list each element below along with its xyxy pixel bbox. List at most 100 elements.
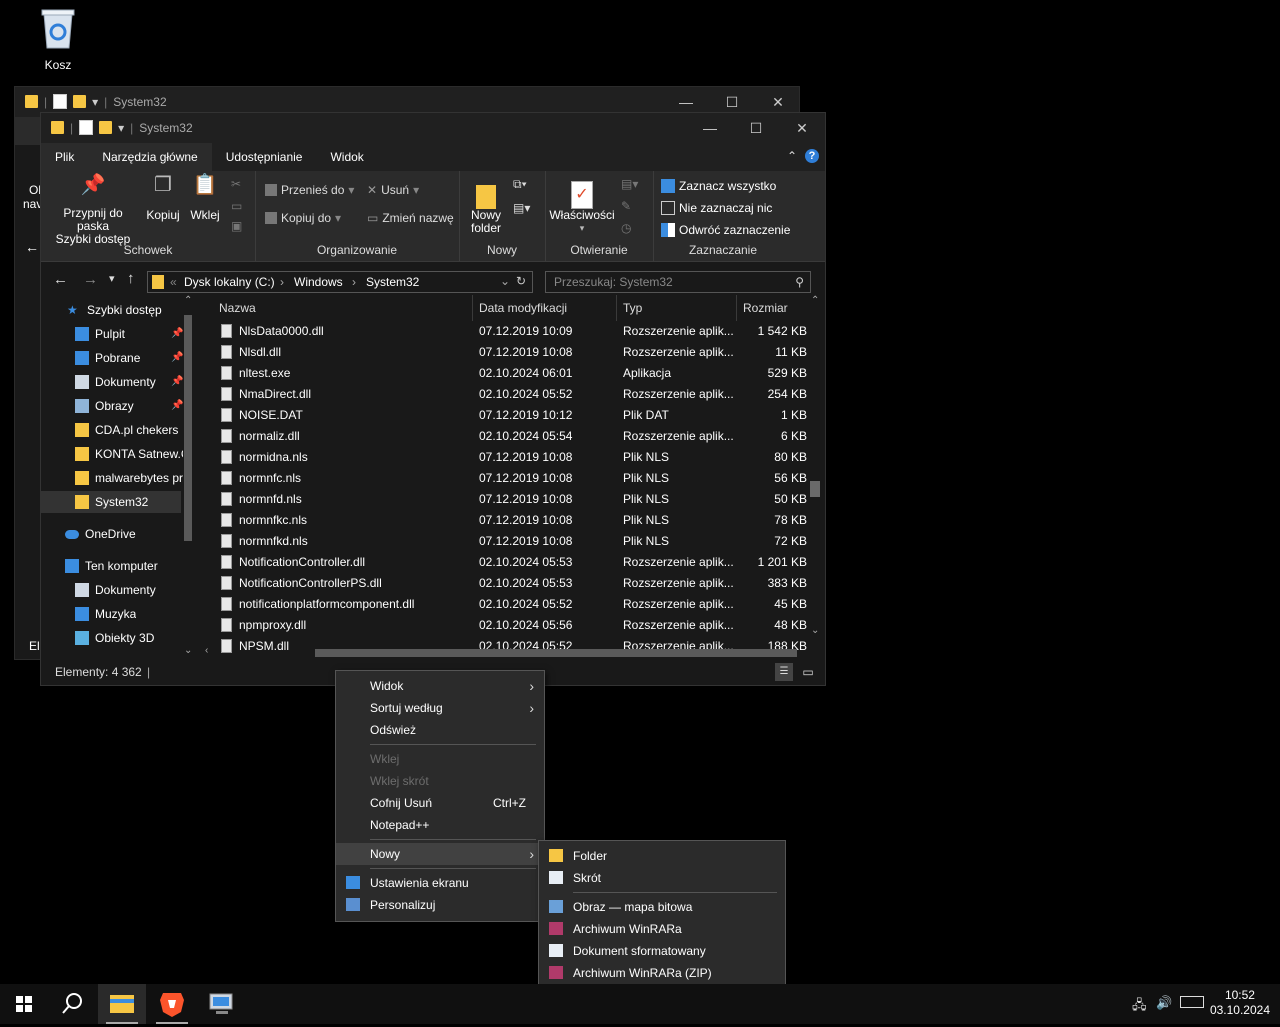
file-row[interactable]: NotificationControllerPS.dll 02.10.2024 0… — [201, 573, 809, 594]
select-all-button[interactable]: Zaznacz wszystko — [661, 179, 776, 193]
file-row[interactable]: normnfkc.nls 07.12.2019 10:08 Plik NLS 78 K… — [201, 510, 809, 531]
forward-button[interactable]: → — [83, 271, 98, 288]
column-type[interactable]: Typ — [617, 295, 737, 321]
address-bar[interactable]: « Dysk lokalny (C:) › Windows › System32… — [147, 271, 533, 293]
file-list[interactable]: Nazwa ⌃ Data modyfikacji Typ Rozmiar Nls… — [201, 295, 809, 661]
column-size[interactable]: Rozmiar — [737, 295, 809, 321]
menu-item[interactable]: Obraz — mapa bitowa — [539, 896, 785, 918]
keyboard-icon[interactable] — [1180, 996, 1204, 1008]
new-item-icon[interactable]: ⧉▾ — [513, 177, 527, 192]
clock[interactable]: 10:52 03.10.2024 — [1210, 988, 1270, 1018]
tab-view[interactable]: Widok — [316, 143, 377, 171]
navigation-pane[interactable]: ★ Szybki dostęp Pulpit 📌 Pobrane 📌 Dokumenty 📌 O… — [41, 295, 197, 661]
nav-item[interactable]: CDA.pl chekers — [75, 419, 178, 441]
copy-to-button[interactable]: Kopiuj do ▾ — [265, 211, 341, 225]
crumb-system32[interactable]: System32 — [366, 275, 419, 289]
menu-item[interactable]: Nowy › — [336, 843, 544, 865]
history-icon[interactable]: ◷ — [621, 221, 631, 235]
menu-item[interactable]: Personalizuj — [336, 894, 544, 916]
new-folder-button[interactable]: Nowy folder — [463, 177, 509, 235]
network-icon[interactable]: 🖧 — [1132, 996, 1147, 1018]
properties-quick-icon[interactable] — [79, 120, 94, 135]
open-icon[interactable]: ▤▾ — [621, 177, 638, 191]
nav-item[interactable]: Ten komputer — [65, 555, 158, 577]
new-folder-quick-icon[interactable] — [99, 121, 113, 134]
maximize-button[interactable]: ☐ — [733, 113, 779, 143]
nav-item[interactable]: Dokumenty — [75, 579, 156, 601]
file-vscrollbar[interactable]: ⌃ ⌄ — [807, 295, 823, 645]
cut-icon[interactable]: ✂ — [231, 177, 241, 191]
copy-button[interactable]: ❐ Kopiuj — [143, 175, 183, 222]
tab-share[interactable]: Udostępnianie — [212, 143, 317, 171]
menu-item[interactable]: Odśwież — [336, 719, 544, 741]
nav-item[interactable]: Obiekty 3D — [75, 627, 154, 649]
file-row[interactable]: normnfd.nls 07.12.2019 10:08 Plik NLS 50 KB — [201, 489, 809, 510]
volume-icon[interactable]: 🔊 — [1156, 995, 1172, 1011]
details-view-icon[interactable]: ☰ — [775, 663, 793, 681]
easy-access-icon[interactable]: ▤▾ — [513, 201, 530, 215]
nav-item[interactable]: Obrazy 📌 — [75, 395, 183, 417]
paste-shortcut-icon[interactable]: ▣ — [231, 219, 242, 233]
file-row[interactable]: normaliz.dll 02.10.2024 05:54 Rozszerzenie… — [201, 426, 809, 447]
help-icon[interactable]: ? — [805, 149, 819, 163]
paste-button[interactable]: 📋 Wklej — [185, 175, 225, 222]
menu-item[interactable]: Skrót — [539, 867, 785, 889]
up-button[interactable]: ↑ — [127, 270, 135, 287]
file-row[interactable]: normidna.nls 07.12.2019 10:08 Plik NLS 80 K… — [201, 447, 809, 468]
rename-button[interactable]: ▭ Zmień nazwę — [367, 211, 454, 225]
file-row[interactable]: npmproxy.dll 02.10.2024 05:56 Rozszerzenie… — [201, 615, 809, 636]
nav-item[interactable]: Muzyka — [75, 603, 136, 625]
menu-item[interactable]: Ustawienia ekranu — [336, 872, 544, 894]
tab-home[interactable]: Narzędzia główne — [88, 143, 212, 171]
file-row[interactable]: NlsData0000.dll 07.12.2019 10:09 Rozszerze… — [201, 321, 809, 342]
properties-button[interactable]: ✓ Właściwości ▾ — [549, 177, 615, 235]
file-row[interactable]: NmaDirect.dll 02.10.2024 05:52 Rozszerzeni… — [201, 384, 809, 405]
address-dropdown-icon[interactable]: ⌄ — [500, 274, 510, 288]
select-none-button[interactable]: Nie zaznaczaj nic — [661, 201, 772, 215]
delete-button[interactable]: ✕ Usuń ▾ — [367, 183, 419, 197]
explorer-window[interactable]: | ▾ | System32 — ☐ ✕ Plik Narzędzia główn… — [40, 112, 826, 686]
nav-item[interactable]: malwarebytes pr — [75, 467, 183, 489]
customize-qat-icon[interactable]: ▾ — [118, 121, 124, 135]
search-box[interactable]: Przeszukaj: System32 ⚲ — [545, 271, 811, 293]
menu-item[interactable]: Cofnij Usuń Ctrl+Z — [336, 792, 544, 814]
close-button[interactable]: ✕ — [779, 113, 825, 143]
refresh-icon[interactable]: ↻ — [516, 274, 526, 288]
nav-item[interactable]: KONTA Satnew.C — [75, 443, 183, 465]
tab-file[interactable]: Plik — [41, 143, 89, 171]
nav-item[interactable]: Pobrane 📌 — [75, 347, 183, 369]
recycle-bin[interactable]: Kosz — [22, 6, 94, 72]
recent-locations-button[interactable]: ▾ — [109, 272, 115, 285]
menu-item[interactable]: Sortuj według › — [336, 697, 544, 719]
menu-item[interactable]: Archiwum WinRARa (ZIP) — [539, 962, 785, 984]
file-row[interactable]: NotificationController.dll 02.10.2024 05:… — [201, 552, 809, 573]
back-button[interactable]: ← — [53, 271, 68, 288]
menu-item[interactable]: Notepad++ — [336, 814, 544, 836]
menu-item[interactable]: Archiwum WinRARa — [539, 918, 785, 940]
back-arrow-icon[interactable]: ← — [25, 239, 39, 255]
large-icons-view-icon[interactable]: ▭ — [799, 663, 817, 681]
file-row[interactable]: notificationplatformcomponent.dll 02.10.2… — [201, 594, 809, 615]
file-row[interactable]: normnfkd.nls 07.12.2019 10:08 Plik NLS 72 K… — [201, 531, 809, 552]
remote-desktop-taskbar-button[interactable] — [198, 984, 246, 1024]
menu-item[interactable]: Dokument sformatowany — [539, 940, 785, 962]
file-row[interactable]: NOISE.DAT 07.12.2019 10:12 Plik DAT 1 KB — [201, 405, 809, 426]
menu-item[interactable]: Folder — [539, 845, 785, 867]
nav-item[interactable]: OneDrive — [65, 523, 136, 545]
crumb-drive[interactable]: Dysk lokalny (C:) — [184, 275, 275, 289]
search-taskbar-button[interactable] — [48, 984, 96, 1024]
invert-selection-button[interactable]: Odwróć zaznaczenie — [661, 223, 790, 237]
brave-taskbar-button[interactable] — [148, 984, 196, 1024]
file-row[interactable]: normnfc.nls 07.12.2019 10:08 Plik NLS 56 KB — [201, 468, 809, 489]
collapse-ribbon-icon[interactable]: ⌃ — [787, 149, 797, 163]
nav-item[interactable]: ★ Szybki dostęp — [67, 299, 162, 321]
edit-icon[interactable]: ✎ — [621, 199, 631, 213]
file-explorer-taskbar-button[interactable] — [98, 984, 146, 1024]
minimize-button[interactable]: — — [687, 113, 733, 143]
column-name[interactable]: Nazwa — [201, 295, 473, 321]
pin-quick-access-button[interactable]: 📌 Przypnij do paska Szybki dostęp — [47, 175, 139, 246]
column-date[interactable]: Data modyfikacji — [473, 295, 617, 321]
menu-item[interactable]: Widok › — [336, 675, 544, 697]
titlebar[interactable]: | ▾ | System32 — ☐ ✕ — [41, 113, 825, 143]
file-row[interactable]: nltest.exe 02.10.2024 06:01 Aplikacja 529 K… — [201, 363, 809, 384]
